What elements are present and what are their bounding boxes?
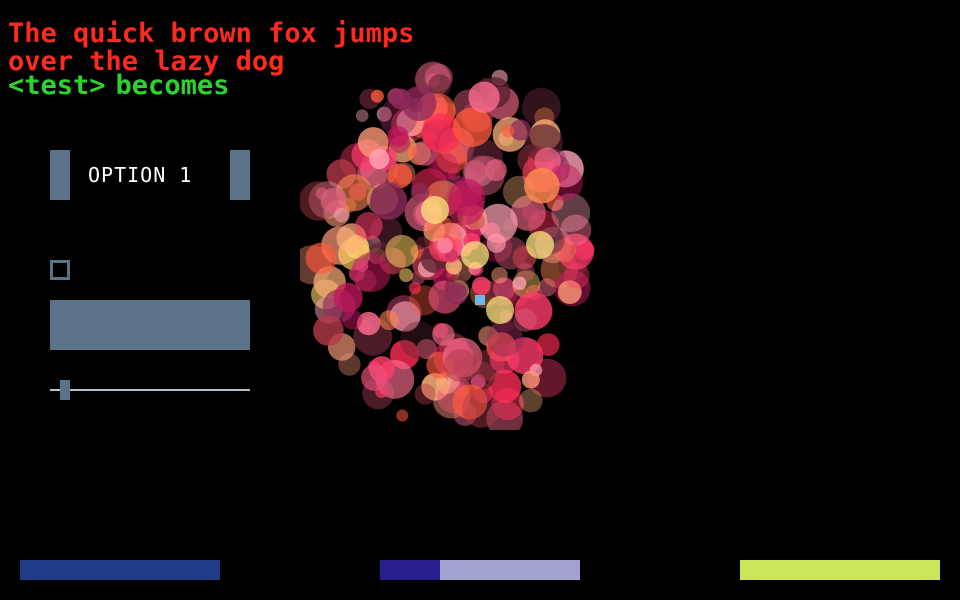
slider-track[interactable]	[50, 389, 250, 391]
option-label: OPTION 1	[88, 163, 193, 187]
demo-text-line-3: <test> becomes	[8, 72, 229, 100]
particle-highlight	[461, 241, 489, 269]
particle	[399, 268, 413, 283]
particle	[501, 124, 515, 138]
particle	[445, 282, 468, 305]
particle	[432, 323, 455, 346]
particle-highlight	[526, 231, 554, 259]
particle	[369, 182, 408, 220]
particle	[342, 309, 363, 330]
particle-cloud	[300, 61, 595, 430]
particle	[437, 237, 453, 254]
particle	[472, 276, 491, 296]
particle	[406, 145, 419, 158]
particle	[536, 333, 560, 356]
particle	[432, 153, 459, 180]
particle	[338, 353, 361, 376]
particle-highlight	[486, 296, 514, 324]
particle	[401, 86, 437, 121]
action-button[interactable]	[50, 300, 250, 350]
particle	[355, 109, 369, 122]
particle	[396, 409, 409, 422]
particle-marker	[475, 295, 485, 305]
right-bar	[740, 560, 940, 580]
particle	[385, 234, 419, 268]
middle-progress-fill	[380, 560, 440, 580]
particle	[462, 389, 501, 428]
particle	[452, 107, 493, 147]
particle	[491, 267, 508, 284]
particle	[370, 89, 384, 103]
particle	[468, 81, 500, 113]
particle	[486, 233, 506, 253]
becomes-text: becomes	[115, 70, 230, 101]
left-bar	[20, 560, 220, 580]
particle	[563, 262, 590, 289]
test-tag-text: <test>	[8, 70, 106, 101]
particle	[414, 383, 436, 405]
slider-thumb[interactable]	[59, 380, 70, 400]
option-next-button[interactable]	[230, 150, 250, 200]
particle	[524, 167, 560, 204]
particle	[487, 320, 524, 357]
particle	[369, 148, 390, 170]
particle	[519, 388, 543, 413]
particle	[305, 242, 337, 274]
particle	[379, 310, 399, 331]
particle	[400, 321, 438, 359]
particle-highlight	[421, 196, 449, 224]
checkbox[interactable]	[50, 260, 70, 280]
option-prev-button[interactable]	[50, 150, 70, 200]
particle	[387, 125, 409, 147]
particle	[313, 315, 344, 346]
particle	[361, 364, 388, 391]
particle	[443, 349, 477, 382]
particle	[334, 207, 349, 223]
particle	[351, 252, 391, 292]
particle	[521, 370, 540, 389]
particle	[408, 281, 421, 295]
particle	[448, 178, 486, 217]
particle	[484, 159, 507, 182]
particle	[512, 276, 527, 291]
